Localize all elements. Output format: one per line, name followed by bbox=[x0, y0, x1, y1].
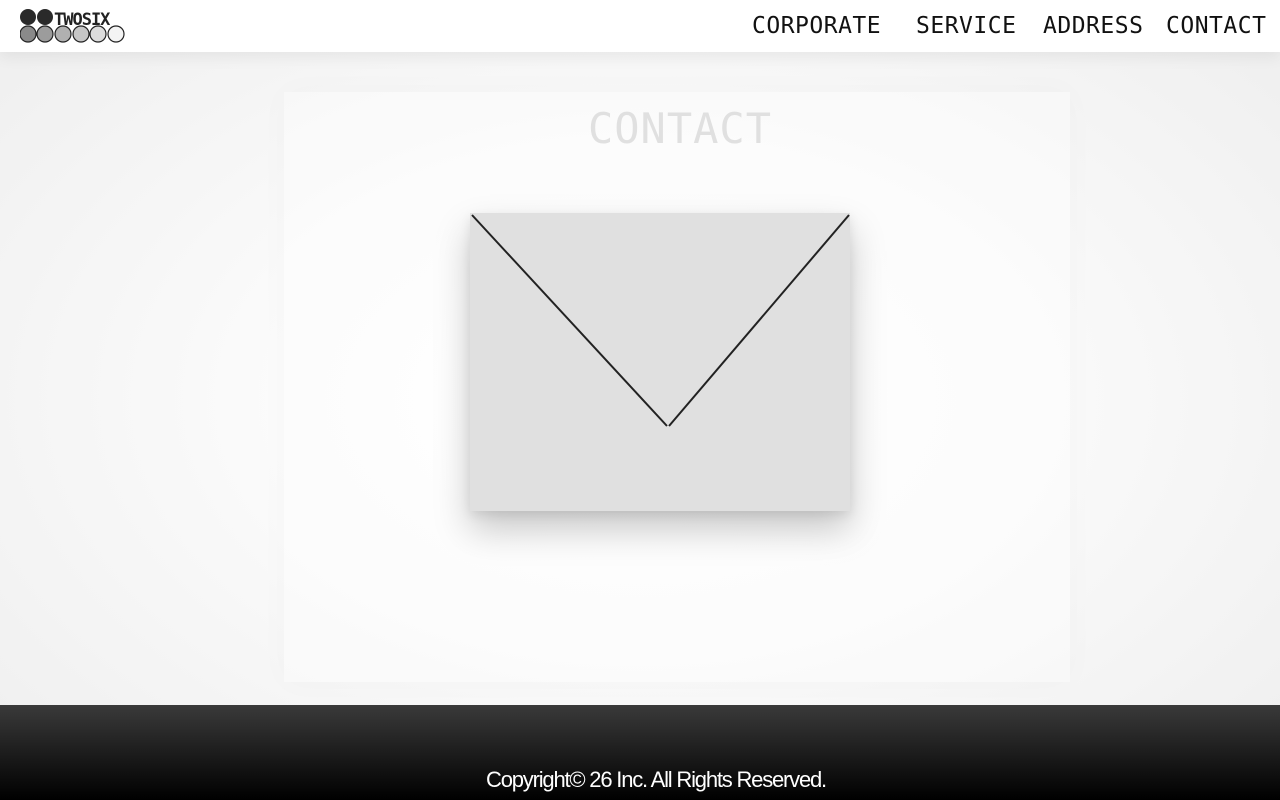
site-footer: Copyright© 26 Inc. All Rights Reserved. bbox=[0, 705, 1280, 800]
logo-mark-icon: TWOSIX bbox=[19, 9, 125, 43]
nav-link-corporate[interactable]: CORPORATE bbox=[752, 0, 881, 52]
page-title: CONTACT bbox=[587, 104, 772, 153]
envelope-icon[interactable] bbox=[470, 213, 850, 511]
site-logo[interactable]: TWOSIX bbox=[19, 7, 130, 45]
nav-link-service[interactable]: SERVICE bbox=[916, 0, 1016, 52]
nav-link-contact[interactable]: CONTACT bbox=[1166, 0, 1266, 52]
copyright-text: Copyright© 26 Inc. All Rights Reserved. bbox=[486, 767, 827, 792]
nav-link-address[interactable]: ADDRESS bbox=[1043, 0, 1143, 52]
logo-text: TWOSIX bbox=[54, 10, 111, 30]
envelope-flap-icon bbox=[471, 214, 850, 427]
site-header: TWOSIX CORPORATE SERVICE ADDRESS CONTACT bbox=[0, 0, 1280, 52]
